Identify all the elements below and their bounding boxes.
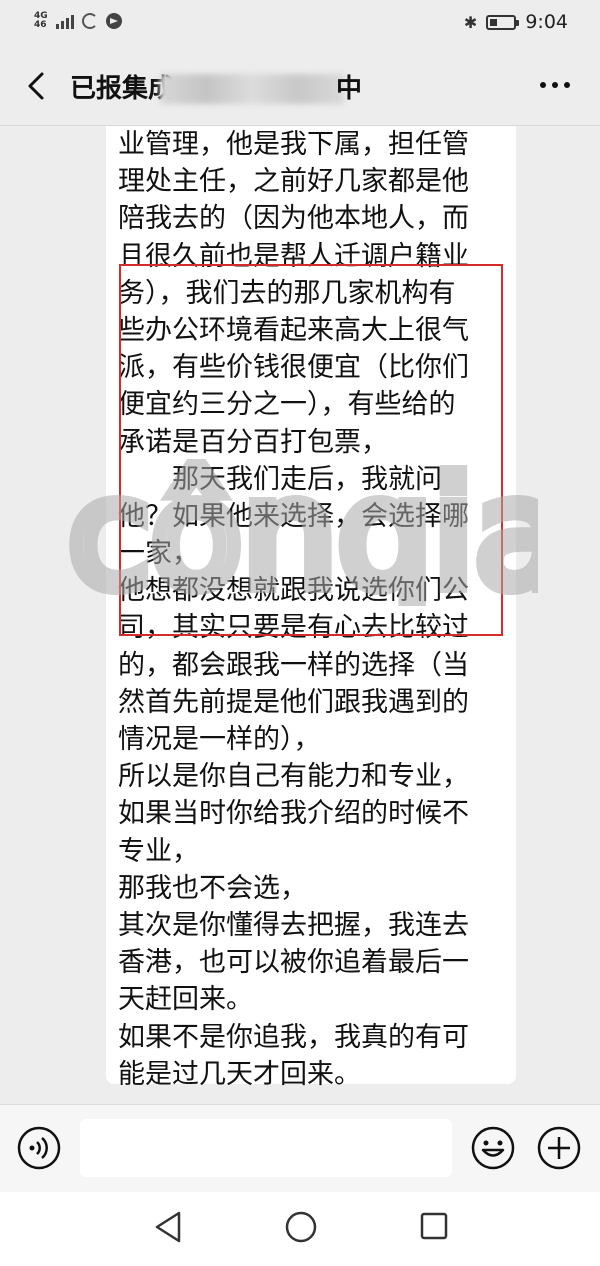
message-line: 业管理，他是我下属，担任管 <box>118 129 469 160</box>
square-recent-icon[interactable] <box>420 1212 448 1240</box>
redacted-title-blur <box>160 74 344 104</box>
message-line: 天赶回来。 <box>118 984 253 1016</box>
chat-screen: 4G 46 ✱ 9:04 已报集成 中 业管理，他是我下属，担任管 理处主任，之… <box>0 0 600 1266</box>
highlight-annotation <box>119 264 503 636</box>
message-line: 陪我去的（因为他本地人，而 <box>118 203 469 235</box>
navigation-app-icon <box>105 13 122 29</box>
message-list[interactable]: 业管理，他是我下属，担任管 理处主任，之前好几家都是他 陪我去的（因为他本地人，而且… <box>0 126 600 1104</box>
system-navigation-bar <box>0 1192 600 1266</box>
message-line: 能是过几天才回来。 <box>118 1058 361 1090</box>
triangle-back-icon[interactable] <box>153 1210 183 1244</box>
message-line: 香港，也可以被你追着最后一 <box>118 947 469 979</box>
circle-home-icon[interactable] <box>284 1210 318 1244</box>
chat-title-end: 中 <box>336 74 363 104</box>
message-input[interactable] <box>80 1119 452 1177</box>
message-line: 那我也不会选， <box>118 872 307 904</box>
bluetooth-icon: ✱ <box>463 12 478 32</box>
input-bar <box>0 1104 600 1192</box>
chevron-left-icon[interactable] <box>22 70 54 102</box>
battery-fill <box>490 18 497 26</box>
voice-icon[interactable] <box>16 1125 62 1171</box>
message-line: 如果当时你给我介绍的时候不 <box>118 798 469 830</box>
message-line: 其次是你懂得去把握，我连去 <box>118 909 469 941</box>
status-left: 4G 46 <box>34 12 122 30</box>
message-line: 专业， <box>118 835 199 867</box>
signal-icon <box>55 13 74 29</box>
emoji-icon[interactable] <box>470 1125 516 1171</box>
status-right: ✱ 9:04 <box>464 11 568 33</box>
network-sub: 46 <box>34 20 47 30</box>
clock: 9:04 <box>525 11 568 33</box>
sync-icon <box>81 13 98 29</box>
battery-icon <box>486 14 520 30</box>
chat-title: 已报集成 <box>70 74 175 104</box>
chat-header: 已报集成 中 <box>0 46 600 126</box>
plus-icon[interactable] <box>536 1125 582 1171</box>
message-line: 理处主任，之前好几家都是他 <box>118 166 469 198</box>
message-line: 所以是你自己有能力和专业， <box>118 761 469 793</box>
message-line: 的，都会跟我一样的选择（当 <box>118 649 469 681</box>
ellipsis-icon[interactable] <box>540 82 570 88</box>
status-bar: 4G 46 ✱ 9:04 <box>0 0 600 46</box>
message-line: 然首先前提是他们跟我遇到的 <box>118 686 469 718</box>
network-indicator: 4G 46 <box>34 12 48 30</box>
message-line: 情况是一样的）， <box>118 724 321 755</box>
message-line: 如果不是你追我，我真的有可 <box>118 1021 469 1053</box>
